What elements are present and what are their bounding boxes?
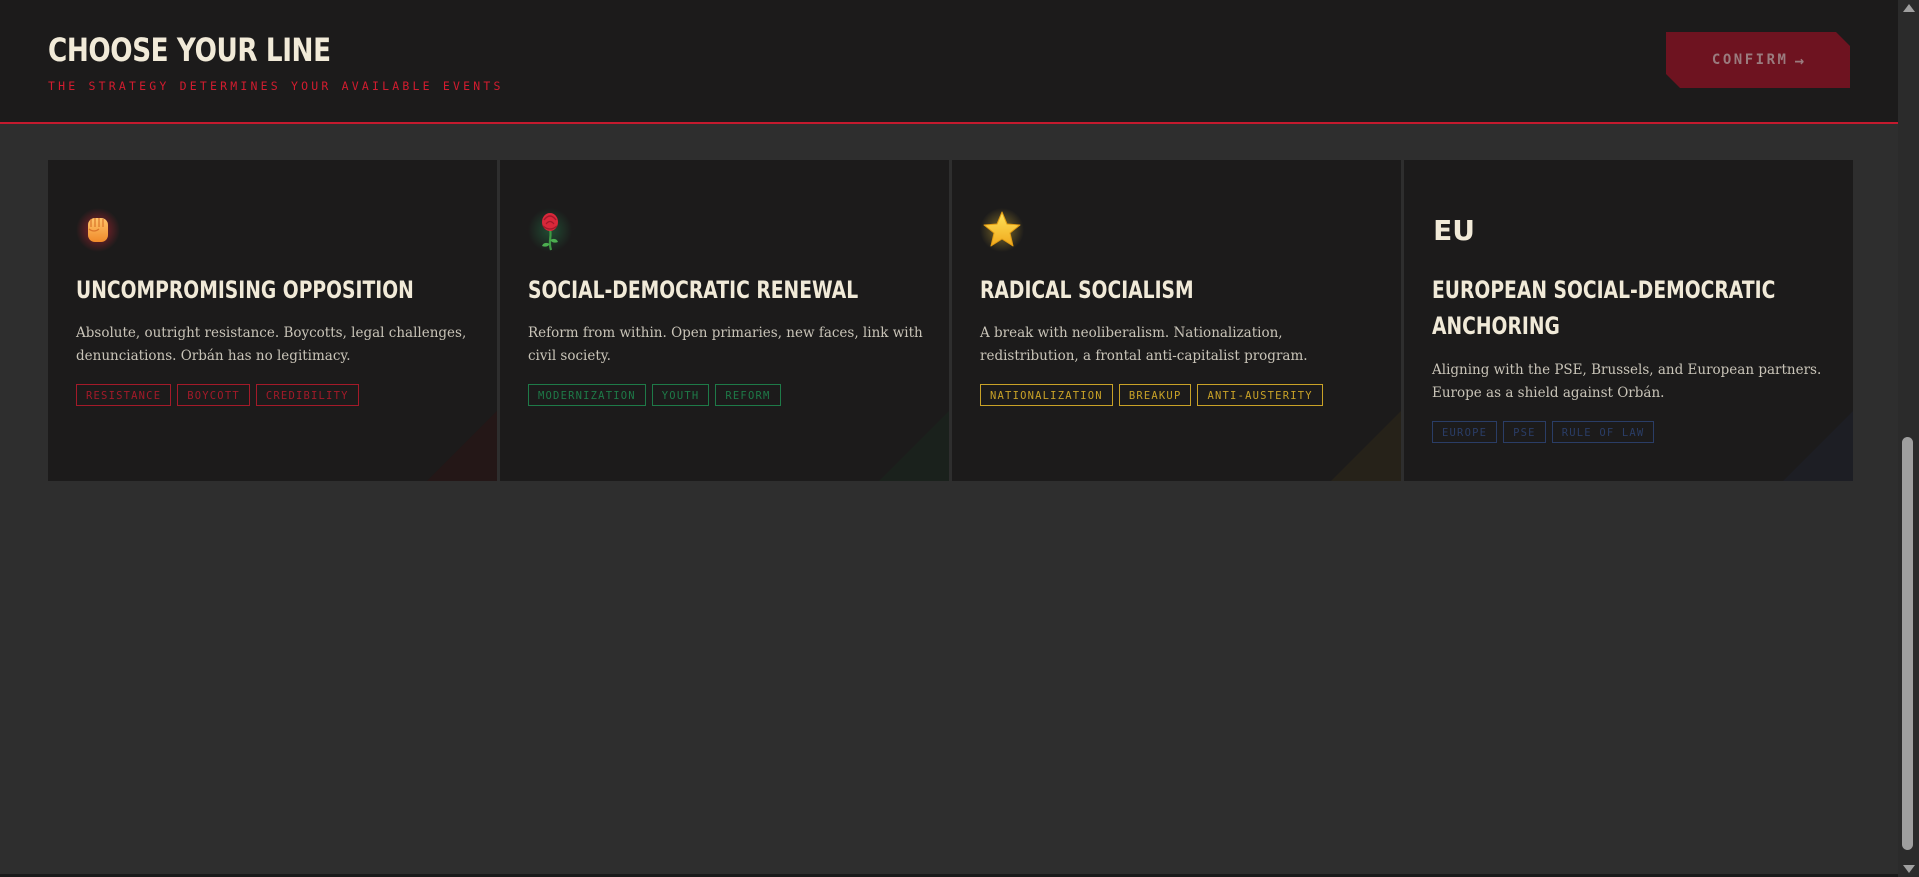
scroll-up-arrow-icon[interactable] [1903, 4, 1915, 12]
card-corner-accent [427, 411, 497, 481]
tag: RULE OF LAW [1551, 421, 1655, 443]
tag: BREAKUP [1118, 384, 1192, 406]
card-title: EUROPEAN SOCIAL-DEMOCRATIC ANCHORING [1432, 276, 1776, 340]
tag: NATIONALIZATION [980, 384, 1113, 406]
card-description: A break with neoliberalism. Nationalizat… [980, 325, 1308, 364]
strategy-card-radical[interactable]: RADICAL SOCIALISM A break with neolibera… [952, 160, 1401, 481]
page-header: CHOOSE YOUR LINE THE STRATEGY DETERMINES… [0, 0, 1898, 124]
card-description: Reform from within. Open primaries, new … [528, 325, 923, 364]
raised-fist-icon [76, 208, 120, 252]
tag: EUROPE [1432, 421, 1498, 443]
tag: REFORM [715, 384, 781, 406]
rose-icon [528, 208, 572, 252]
card-corner-accent [1331, 411, 1401, 481]
card-corner-accent [1783, 411, 1853, 481]
card-description: Absolute, outright resistance. Boycotts,… [76, 325, 467, 364]
strategy-cards: UNCOMPROMISING OPPOSITION Absolute, outr… [48, 160, 1853, 481]
card-title: UNCOMPROMISING OPPOSITION [76, 276, 414, 304]
star-icon [980, 208, 1024, 252]
scroll-down-arrow-icon[interactable] [1903, 865, 1915, 873]
card-tags: NATIONALIZATION BREAKUP ANTI-AUSTERITY [980, 384, 1323, 406]
page-subtitle: THE STRATEGY DETERMINES YOUR AVAILABLE E… [48, 79, 504, 93]
strategy-card-opposition[interactable]: UNCOMPROMISING OPPOSITION Absolute, outr… [48, 160, 497, 481]
card-title: RADICAL SOCIALISM [980, 276, 1194, 304]
strategy-card-european[interactable]: EU EUROPEAN SOCIAL-DEMOCRATIC ANCHORING … [1404, 160, 1853, 481]
page-viewport: CHOOSE YOUR LINE THE STRATEGY DETERMINES… [0, 0, 1898, 877]
tag: PSE [1503, 421, 1546, 443]
tag: RESISTANCE [76, 384, 172, 406]
confirm-button[interactable]: CONFIRM → [1666, 32, 1850, 88]
tag: MODERNIZATION [528, 384, 646, 406]
arrow-right-icon: → [1794, 50, 1805, 70]
tag: ANTI-AUSTERITY [1197, 384, 1323, 406]
vertical-scrollbar[interactable] [1898, 0, 1919, 877]
page-title: CHOOSE YOUR LINE [48, 31, 331, 69]
scrollbar-thumb[interactable] [1902, 437, 1913, 850]
confirm-label: CONFIRM [1711, 52, 1789, 68]
card-description: Aligning with the PSE, Brussels, and Eur… [1432, 362, 1822, 401]
card-tags: MODERNIZATION YOUTH REFORM [528, 384, 781, 406]
card-tags: EUROPE PSE RULE OF LAW [1432, 421, 1655, 443]
tag: BOYCOTT [177, 384, 250, 406]
card-tags: RESISTANCE BOYCOTT CREDIBILITY [76, 384, 359, 406]
strategy-card-renewal[interactable]: SOCIAL-DEMOCRATIC RENEWAL Reform from wi… [500, 160, 949, 481]
eu-icon-text: EU [1433, 213, 1475, 247]
eu-icon: EU [1432, 208, 1476, 252]
tag: CREDIBILITY [255, 384, 359, 406]
tag: YOUTH [651, 384, 710, 406]
card-title: SOCIAL-DEMOCRATIC RENEWAL [528, 276, 859, 304]
card-corner-accent [879, 411, 949, 481]
